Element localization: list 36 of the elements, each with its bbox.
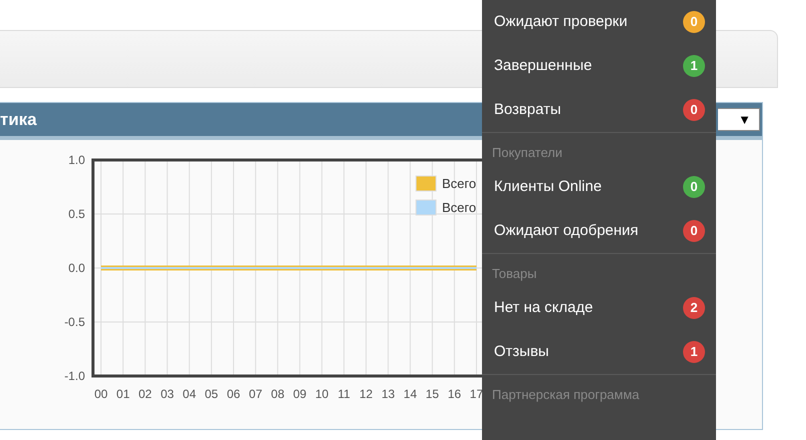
x-tick-label: 01 bbox=[116, 387, 130, 401]
x-tick-label: 17 bbox=[470, 387, 484, 401]
y-tick-label: 0.5 bbox=[68, 207, 85, 221]
count-badge: 0 bbox=[683, 220, 705, 242]
count-badge: 0 bbox=[683, 11, 705, 33]
count-badge: 2 bbox=[683, 297, 705, 319]
x-tick-label: 05 bbox=[204, 387, 218, 401]
panel-title: тика bbox=[0, 108, 37, 131]
x-tick-label: 10 bbox=[315, 387, 329, 401]
y-tick-label: 1.0 bbox=[68, 153, 85, 167]
x-tick-label: 08 bbox=[271, 387, 284, 401]
x-tick-label: 12 bbox=[359, 387, 373, 401]
x-tick-label: 07 bbox=[248, 387, 262, 401]
y-tick-label: -1.0 bbox=[64, 369, 85, 383]
count-badge: 1 bbox=[683, 55, 705, 77]
x-tick-label: 11 bbox=[338, 387, 350, 401]
x-tick-label: 03 bbox=[160, 387, 174, 401]
menu-section-header: Партнерская программа bbox=[491, 386, 640, 404]
count-badge: 1 bbox=[683, 341, 705, 363]
x-tick-label: 00 bbox=[94, 387, 108, 401]
count-badge: 0 bbox=[683, 99, 705, 121]
legend-label: Всего bbox=[442, 176, 476, 191]
menu-section-header: Товары bbox=[491, 265, 538, 283]
x-tick-label: 16 bbox=[448, 387, 462, 401]
x-tick-label: 13 bbox=[381, 387, 395, 401]
legend-label: Всего bbox=[442, 200, 476, 215]
y-tick-label: -0.5 bbox=[64, 315, 85, 329]
x-tick-label: 06 bbox=[226, 387, 240, 401]
x-tick-label: 14 bbox=[404, 387, 417, 401]
x-tick-label: 04 bbox=[182, 387, 196, 401]
menu-section-header: Покупатели bbox=[491, 144, 564, 162]
x-tick-label: 15 bbox=[426, 387, 439, 401]
count-badge: 0 bbox=[683, 176, 705, 198]
x-tick-label: 02 bbox=[138, 387, 152, 401]
x-tick-label: 09 bbox=[293, 387, 306, 401]
y-tick-label: 0.0 bbox=[68, 261, 85, 275]
